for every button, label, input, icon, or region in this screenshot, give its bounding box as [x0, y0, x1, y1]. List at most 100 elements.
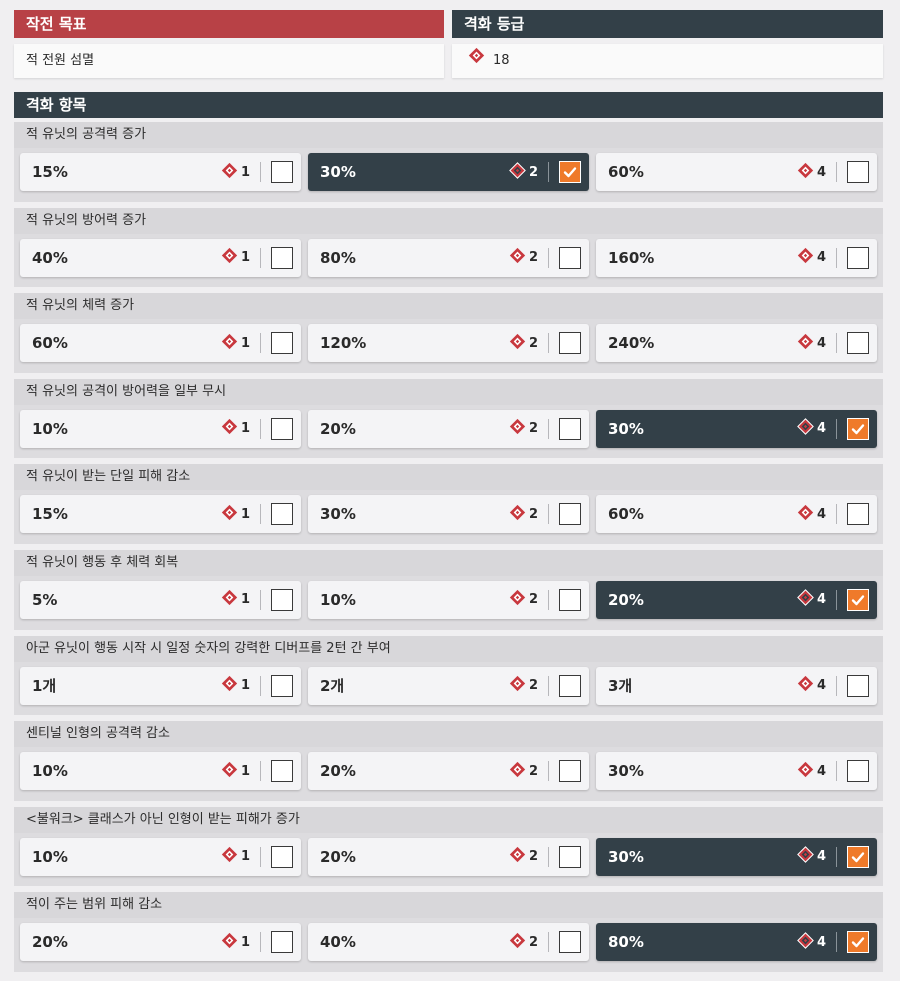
divider: [260, 761, 261, 782]
divider: [260, 418, 261, 439]
option-checkbox[interactable]: [271, 246, 293, 269]
top-row: 작전 목표 적 전원 섬멸 격화 등급 18: [14, 10, 883, 78]
option-checkbox[interactable]: [847, 845, 869, 868]
option-checkbox[interactable]: [847, 417, 869, 440]
modifier-option[interactable]: 60% 4: [596, 495, 877, 534]
divider: [836, 932, 837, 953]
modifier-title: 아군 유닛이 행동 시작 시 일정 숫자의 강력한 디버프를 2턴 간 부여: [14, 635, 883, 662]
option-cost-value: 1: [240, 335, 250, 351]
option-checkbox[interactable]: [559, 417, 581, 440]
diamond-arrow-icon: [797, 675, 814, 696]
modifier-option[interactable]: 40% 1: [20, 238, 301, 277]
modifier-options: 10% 1 20% 2 30% 4: [14, 833, 883, 876]
divider: [548, 418, 549, 439]
option-checkbox[interactable]: [847, 503, 869, 526]
option-checkbox[interactable]: [559, 161, 581, 183]
option-checkbox[interactable]: [847, 674, 869, 697]
divider: [836, 333, 837, 354]
option-checkbox[interactable]: [271, 845, 293, 868]
modifier-option[interactable]: 1개 1: [20, 666, 301, 705]
modifier-option[interactable]: 30% 4: [596, 752, 877, 791]
divider: [836, 247, 837, 268]
option-checkbox[interactable]: [271, 332, 293, 355]
modifier-option[interactable]: 20% 2: [308, 409, 589, 448]
option-cost-value: 4: [816, 678, 826, 694]
modifier-option[interactable]: 120% 2: [308, 324, 589, 363]
modifier-option[interactable]: 80% 4: [596, 923, 877, 962]
option-checkbox[interactable]: [847, 161, 869, 183]
modifier-option[interactable]: 20% 4: [596, 580, 877, 619]
option-cost: 2: [509, 932, 538, 953]
modifier-option[interactable]: 60% 4: [596, 153, 877, 191]
option-value: 30%: [608, 419, 644, 438]
option-cost: 4: [797, 333, 826, 354]
modifier-option[interactable]: 2개 2: [308, 666, 589, 705]
modifier-options: 60% 1 120% 2 240% 4: [14, 319, 883, 363]
option-value: 10%: [320, 590, 356, 609]
modifier-option[interactable]: 30% 2: [308, 495, 589, 534]
option-checkbox[interactable]: [271, 417, 293, 440]
option-value: 80%: [608, 933, 644, 952]
option-cost: 4: [797, 162, 826, 183]
modifier-option[interactable]: 160% 4: [596, 238, 877, 277]
modifier-option[interactable]: 3개 4: [596, 666, 877, 705]
option-checkbox[interactable]: [559, 845, 581, 868]
modifier-option[interactable]: 5% 1: [20, 580, 301, 619]
modifier-title: 적 유닛이 행동 후 체력 회복: [14, 549, 883, 576]
option-cost: 2: [509, 247, 538, 268]
modifier-option[interactable]: 40% 2: [308, 923, 589, 962]
modifier-option[interactable]: 30% 2: [308, 153, 589, 191]
modifier-options: 15% 1 30% 2 60% 4: [14, 148, 883, 191]
diamond-arrow-icon: [797, 761, 814, 782]
option-checkbox[interactable]: [559, 588, 581, 611]
option-cost-value: 2: [528, 335, 538, 351]
modifier-option[interactable]: 30% 4: [596, 409, 877, 448]
option-checkbox[interactable]: [847, 332, 869, 355]
modifier-option[interactable]: 20% 1: [20, 923, 301, 962]
divider: [548, 846, 549, 867]
option-checkbox[interactable]: [559, 503, 581, 526]
modifier-option[interactable]: 15% 1: [20, 153, 301, 191]
modifier-option[interactable]: 10% 2: [308, 580, 589, 619]
modifier-option[interactable]: 20% 2: [308, 752, 589, 791]
option-checkbox[interactable]: [559, 246, 581, 269]
option-checkbox[interactable]: [271, 931, 293, 954]
modifier-row: 적 유닛이 받는 단일 피해 감소 15% 1 30% 2 60% 4: [14, 464, 883, 544]
option-cost: 4: [797, 761, 826, 782]
modifier-option[interactable]: 20% 2: [308, 837, 589, 876]
option-checkbox[interactable]: [271, 588, 293, 611]
option-checkbox[interactable]: [559, 760, 581, 783]
modifier-title: 적 유닛의 체력 증가: [14, 293, 883, 320]
option-checkbox[interactable]: [559, 931, 581, 954]
option-checkbox[interactable]: [271, 161, 293, 183]
option-value: 20%: [608, 590, 644, 609]
modifier-option[interactable]: 10% 1: [20, 837, 301, 876]
option-cost: 1: [221, 162, 250, 183]
divider: [548, 675, 549, 696]
checkmark-icon: [850, 592, 866, 608]
modifier-option[interactable]: 60% 1: [20, 324, 301, 363]
option-checkbox[interactable]: [271, 674, 293, 697]
modifier-option[interactable]: 10% 1: [20, 752, 301, 791]
modifier-option[interactable]: 10% 1: [20, 409, 301, 448]
checkmark-icon: [850, 421, 866, 437]
option-checkbox[interactable]: [847, 588, 869, 611]
modifier-option[interactable]: 30% 4: [596, 837, 877, 876]
modifier-option[interactable]: 15% 1: [20, 495, 301, 534]
option-checkbox[interactable]: [847, 760, 869, 783]
option-checkbox[interactable]: [559, 332, 581, 355]
modifier-title: 적 유닛의 공격력 증가: [14, 122, 883, 148]
option-cost: 1: [221, 333, 250, 354]
grade-value: 18: [493, 53, 510, 68]
modifier-option[interactable]: 240% 4: [596, 324, 877, 363]
option-checkbox[interactable]: [271, 760, 293, 783]
divider: [836, 846, 837, 867]
option-checkbox[interactable]: [847, 246, 869, 269]
option-cost: 4: [797, 418, 826, 439]
modifier-option[interactable]: 80% 2: [308, 238, 589, 277]
diamond-arrow-icon: [221, 932, 238, 953]
option-checkbox[interactable]: [847, 931, 869, 954]
option-checkbox[interactable]: [271, 503, 293, 526]
divider: [548, 589, 549, 610]
option-checkbox[interactable]: [559, 674, 581, 697]
